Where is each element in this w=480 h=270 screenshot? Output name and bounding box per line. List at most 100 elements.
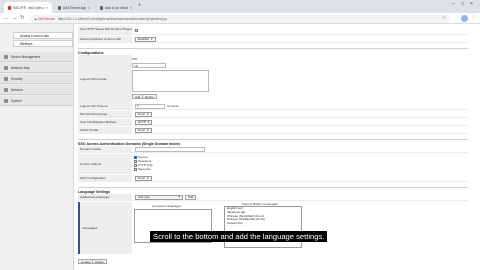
additional-languages-select[interactable]: Afar (aa) ▾ bbox=[135, 194, 183, 200]
url-text: https://10.1.1.4/tmui/Control/jspmap/tmu… bbox=[57, 16, 167, 21]
sidebar-item-label: Webtops bbox=[20, 41, 33, 46]
sidebar-item-label: Access Control Lists bbox=[20, 33, 49, 38]
oauth-row: OAuth Profile None ▾ bbox=[78, 127, 468, 134]
address-bar: ← → ↻ ▲ Not Secure https://10.1.1.4/tmui… bbox=[0, 13, 480, 24]
close-tab-icon[interactable]: × bbox=[130, 6, 132, 10]
browser-tab-bar: BIG-IP® - bin3 (win-bigip-01.f5cs.net) ×… bbox=[0, 0, 480, 13]
sidebar-item-label: Network bbox=[11, 87, 23, 92]
delete-button[interactable]: Delete bbox=[92, 259, 107, 264]
sidebar-item-system[interactable]: System bbox=[0, 96, 73, 106]
webtop-redirect-select[interactable]: Enabled ▾ bbox=[135, 36, 156, 42]
sso-config-select[interactable]: None ▾ bbox=[135, 175, 152, 181]
logout-timeout-input[interactable]: 5 bbox=[135, 103, 165, 109]
network-icon bbox=[4, 87, 8, 92]
ms-exchange-row: Microsoft Exchange None ▾ bbox=[78, 111, 468, 118]
sidebar-item-label: Security bbox=[11, 76, 23, 81]
languages-label: Languages bbox=[78, 202, 132, 254]
system-icon bbox=[4, 98, 8, 103]
checkbox-label: Samesite bbox=[138, 166, 151, 171]
sidebar-item-network[interactable]: Network bbox=[0, 85, 73, 95]
close-tab-icon[interactable]: × bbox=[88, 6, 90, 10]
close-window-icon[interactable]: × bbox=[470, 1, 473, 7]
row-label: OAuth Profile bbox=[78, 127, 132, 133]
sidebar-item-label: System bbox=[11, 98, 22, 103]
user-ident-select[interactable]: HTTP ▾ bbox=[135, 119, 153, 125]
chevron-down-icon: ▾ bbox=[147, 112, 149, 116]
persistent-checkbox[interactable] bbox=[134, 160, 137, 164]
chevron-down-icon: ▾ bbox=[147, 128, 149, 132]
row-label: Microsoft Exchange bbox=[78, 111, 132, 117]
configurations-section: Configurations bbox=[78, 48, 468, 55]
reload-icon[interactable]: ↻ bbox=[20, 15, 25, 21]
bookmark-star-icon[interactable]: ☆ bbox=[442, 15, 446, 21]
page-favicon-icon bbox=[58, 5, 62, 10]
delete-uri-button[interactable]: Delete bbox=[142, 94, 157, 99]
shield-icon bbox=[4, 76, 8, 81]
browser-tab-2[interactable]: Add Tenant Apps & ... × bbox=[54, 2, 94, 13]
http-only-checkbox[interactable] bbox=[134, 164, 137, 168]
ms-exchange-select[interactable]: None ▾ bbox=[135, 111, 152, 117]
security-label: Not Secure bbox=[38, 16, 55, 21]
webtop-redirect-row: Webtop Redirect on Root URI Enabled ▾ bbox=[78, 36, 468, 43]
samesite-checkbox[interactable] bbox=[134, 168, 137, 172]
language-settings-section: Language Settings bbox=[78, 187, 468, 194]
row-label: Domain Cookie bbox=[78, 146, 132, 152]
secure-checkbox[interactable] bbox=[134, 156, 137, 160]
http-302-checkbox[interactable] bbox=[135, 28, 138, 32]
close-tab-icon[interactable]: × bbox=[46, 6, 48, 10]
uri-input[interactable]: /uri bbox=[132, 63, 166, 68]
language-option[interactable]: Korean (ko) bbox=[225, 221, 301, 226]
oauth-select[interactable]: None ▾ bbox=[135, 127, 152, 133]
row-label: SSO Configuration bbox=[78, 175, 132, 181]
row-label: Use HTTP Status 302 for Error Pages bbox=[78, 26, 132, 34]
not-secure-badge[interactable]: ▲ Not Secure bbox=[34, 17, 55, 21]
chevron-down-icon: ▾ bbox=[147, 176, 149, 180]
sidebar-item-access-control-lists[interactable]: Access Control Lists bbox=[13, 32, 73, 39]
sidebar-item-device-management[interactable]: Device Management bbox=[0, 52, 73, 62]
sso-section: SSO Across Authentication Domains (Singl… bbox=[78, 139, 468, 146]
minimize-icon[interactable]: – bbox=[452, 1, 455, 7]
chevron-down-icon: ▾ bbox=[151, 37, 153, 41]
uri-label: URI bbox=[132, 57, 138, 61]
sidebar-item-network-map[interactable]: Network Map bbox=[0, 63, 73, 73]
input-value: 5 bbox=[137, 104, 139, 108]
section-title: Configurations bbox=[78, 51, 104, 55]
sidebar-item-webtops[interactable]: Webtops bbox=[13, 40, 73, 47]
tab-title: BIG-IP® - bin3 (win-bigip-01.f5cs.net) bbox=[13, 5, 44, 10]
browser-tab-active[interactable]: BIG-IP® - bin3 (win-bigip-01.f5cs.net) × bbox=[4, 2, 52, 13]
new-tab-button[interactable]: + bbox=[138, 3, 142, 9]
video-caption: Scroll to the bottom and add the languag… bbox=[150, 231, 328, 242]
row-label: Logout URI Timeout bbox=[78, 103, 132, 109]
sidebar-item-security[interactable]: Security bbox=[0, 74, 73, 84]
maximize-icon[interactable]: □ bbox=[461, 1, 464, 7]
user-ident-row: User Identification Method HTTP ▾ bbox=[78, 119, 468, 126]
tab-title: Add Tenant Apps & ... bbox=[63, 5, 86, 10]
row-label: User Identification Method bbox=[78, 119, 132, 125]
logout-uri-label: Logout URI Include bbox=[78, 55, 132, 103]
sidebar-item-label: Device Management bbox=[11, 54, 41, 59]
domain-cookie-input[interactable] bbox=[135, 146, 205, 152]
network-map-icon bbox=[4, 65, 8, 70]
url-input[interactable]: ▲ Not Secure https://10.1.1.4/tmui/Contr… bbox=[30, 14, 450, 23]
row-label: Webtop Redirect on Root URI bbox=[78, 36, 132, 42]
forward-icon[interactable]: → bbox=[12, 15, 18, 21]
add-language-button[interactable]: Add bbox=[185, 194, 197, 200]
select-value: Afar (aa) bbox=[138, 195, 150, 199]
profile-avatar[interactable] bbox=[461, 15, 468, 22]
select-value: None bbox=[138, 112, 146, 116]
select-value: None bbox=[138, 176, 146, 180]
cookie-options-list: Secure Persistent HTTP Only Samesite bbox=[134, 155, 153, 172]
unit-label: seconds bbox=[167, 104, 179, 108]
http-302-row: Use HTTP Status 302 for Error Pages bbox=[78, 26, 468, 35]
chevron-down-icon: ▾ bbox=[147, 120, 150, 124]
bigip-favicon-icon bbox=[8, 5, 12, 10]
logout-timeout-row: Logout URI Timeout 5 seconds bbox=[78, 103, 468, 110]
uri-value: /uri bbox=[134, 63, 139, 68]
sso-config-row: SSO Configuration None ▾ bbox=[78, 175, 468, 182]
back-icon[interactable]: ← bbox=[4, 15, 10, 21]
browser-menu-icon[interactable]: ⋮ bbox=[471, 15, 477, 21]
select-value: HTTP bbox=[138, 120, 146, 124]
logout-uri-list[interactable] bbox=[132, 70, 209, 92]
page-favicon-icon bbox=[100, 5, 104, 10]
browser-tab-3[interactable]: Add to an existing ... × bbox=[96, 2, 136, 13]
